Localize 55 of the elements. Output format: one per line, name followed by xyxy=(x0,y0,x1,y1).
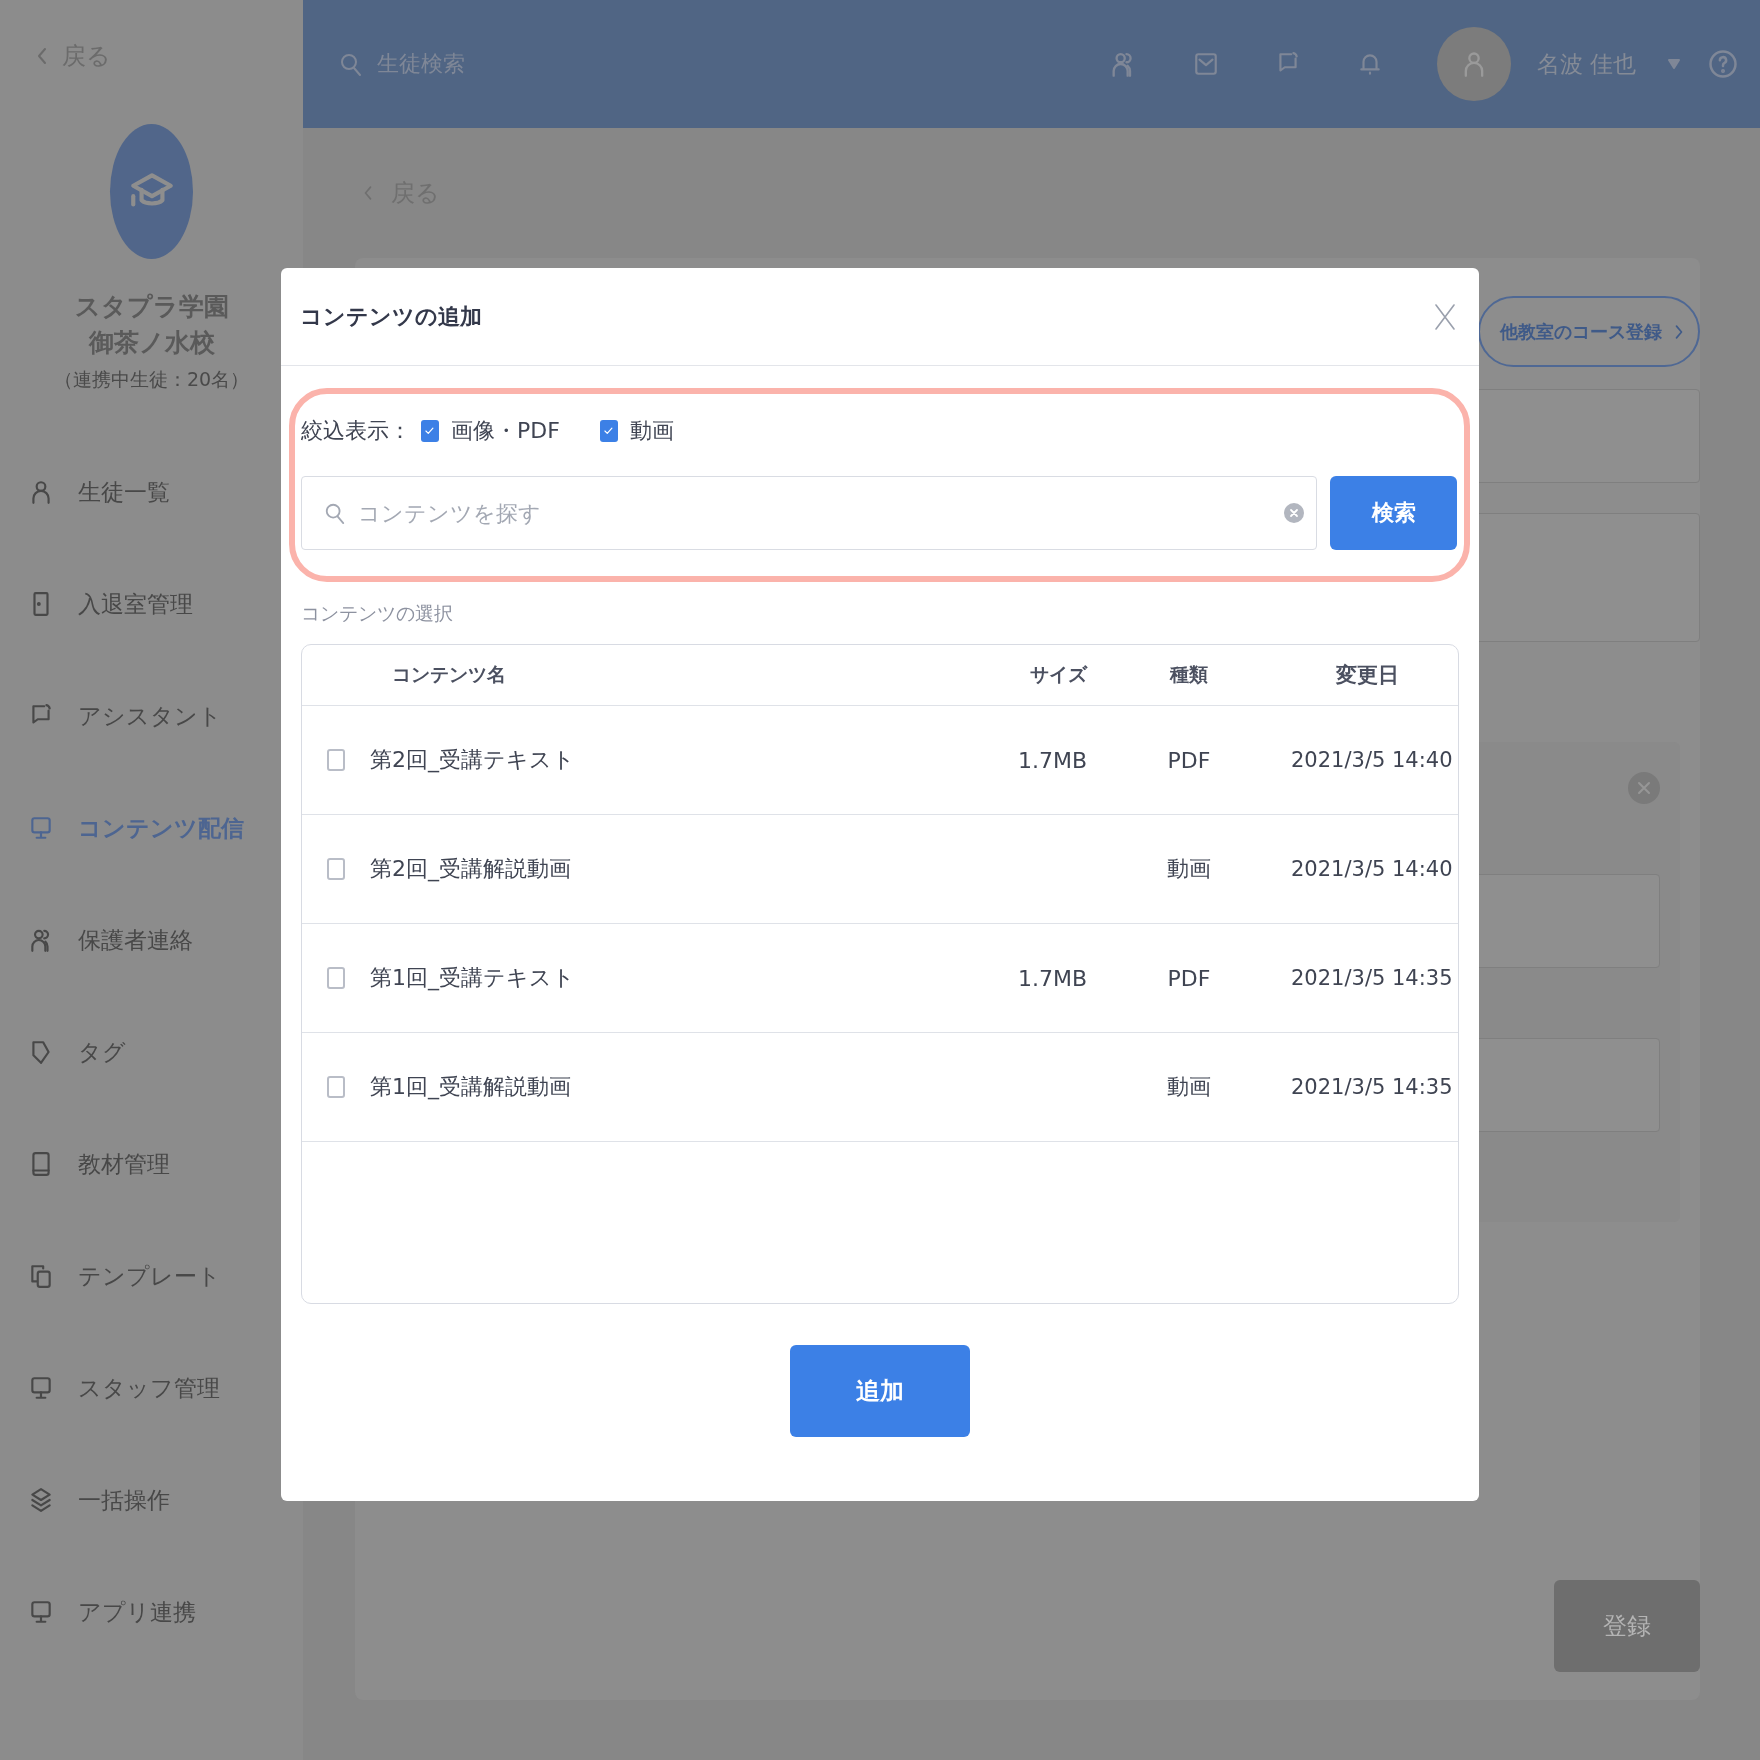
filter-label: 絞込表示： xyxy=(301,417,411,445)
checkbox[interactable] xyxy=(327,858,345,880)
table-cell-text: 動画 xyxy=(1166,855,1212,883)
chevron-left-icon xyxy=(363,184,373,202)
checkbox[interactable] xyxy=(327,967,345,989)
table-cell-text: PDF xyxy=(1166,747,1212,773)
student-count: （連携中生徒：20名） xyxy=(52,367,251,392)
checkbox-label: 動画 xyxy=(629,417,674,445)
table-cell-text: 第1回_受講テキスト xyxy=(370,964,576,993)
table-cell-text: 2021/3/5 14:40 xyxy=(1291,748,1454,772)
close-button[interactable] xyxy=(1433,301,1457,332)
table-cell-text: 第2回_受講テキスト xyxy=(370,746,576,775)
sidebar-item[interactable]: コンテンツ配信 xyxy=(0,772,303,884)
layers-icon xyxy=(28,1485,54,1515)
checkbox[interactable] xyxy=(421,420,439,442)
mail-icon[interactable] xyxy=(1192,51,1219,77)
close-icon[interactable] xyxy=(1628,772,1660,804)
table-cell-text: 動画 xyxy=(1166,1073,1212,1101)
sidebar-item[interactable]: 一括操作 xyxy=(0,1444,303,1556)
checkbox[interactable] xyxy=(327,749,345,771)
search-input[interactable]: コンテンツを探す xyxy=(356,499,1274,527)
sidebar-item[interactable]: タグ xyxy=(0,996,303,1108)
caret-icon[interactable] xyxy=(1668,59,1680,69)
help-icon[interactable] xyxy=(1708,49,1738,79)
table-cell-text: PDF xyxy=(1166,965,1212,991)
add-button[interactable]: 追加 xyxy=(790,1345,970,1437)
column-header: 変更日 xyxy=(1335,662,1400,689)
column-header: コンテンツ名 xyxy=(391,662,507,687)
sidebar-item[interactable]: スタッフ管理 xyxy=(0,1332,303,1444)
table-cell-text: 第2回_受講解説動画 xyxy=(370,855,572,884)
checkbox-label: 画像・PDF xyxy=(451,417,560,445)
sidebar-item[interactable]: テンプレート xyxy=(0,1220,303,1332)
table-cell-text: 2021/3/5 14:35 xyxy=(1291,966,1454,990)
chevron-right-icon xyxy=(1674,322,1684,341)
close-icon xyxy=(1433,301,1457,332)
clear-icon[interactable] xyxy=(1284,503,1304,523)
sidebar-item[interactable]: 教材管理 xyxy=(0,1108,303,1220)
table-cell-text: 2021/3/5 14:40 xyxy=(1291,857,1454,881)
dialog-title: コンテンツの追加 xyxy=(300,302,482,331)
table-cell-text: 1.7MB xyxy=(1016,965,1087,991)
sidebar-item[interactable]: 入退室管理 xyxy=(0,548,303,660)
table-cell-text: 第1回_受講解説動画 xyxy=(370,1073,572,1102)
table-cell-text: 1.7MB xyxy=(1016,747,1087,773)
table-cell-text: 2021/3/5 14:35 xyxy=(1291,1075,1454,1099)
checkbox[interactable] xyxy=(599,420,618,442)
column-header: サイズ xyxy=(1029,662,1087,687)
sidebar-item[interactable]: 保護者連絡 xyxy=(0,884,303,996)
column-header: 種類 xyxy=(1168,662,1209,687)
content-search-field[interactable]: コンテンツを探す xyxy=(301,476,1317,550)
checkbox[interactable] xyxy=(327,1076,345,1098)
chevron-left-icon xyxy=(36,46,48,66)
search-button[interactable]: 検索 xyxy=(1330,476,1457,550)
section-label: コンテンツの選択 xyxy=(301,601,454,626)
sidebar-item[interactable]: アプリ連携 xyxy=(0,1556,303,1668)
sidebar-item[interactable]: アシスタント xyxy=(0,660,303,772)
